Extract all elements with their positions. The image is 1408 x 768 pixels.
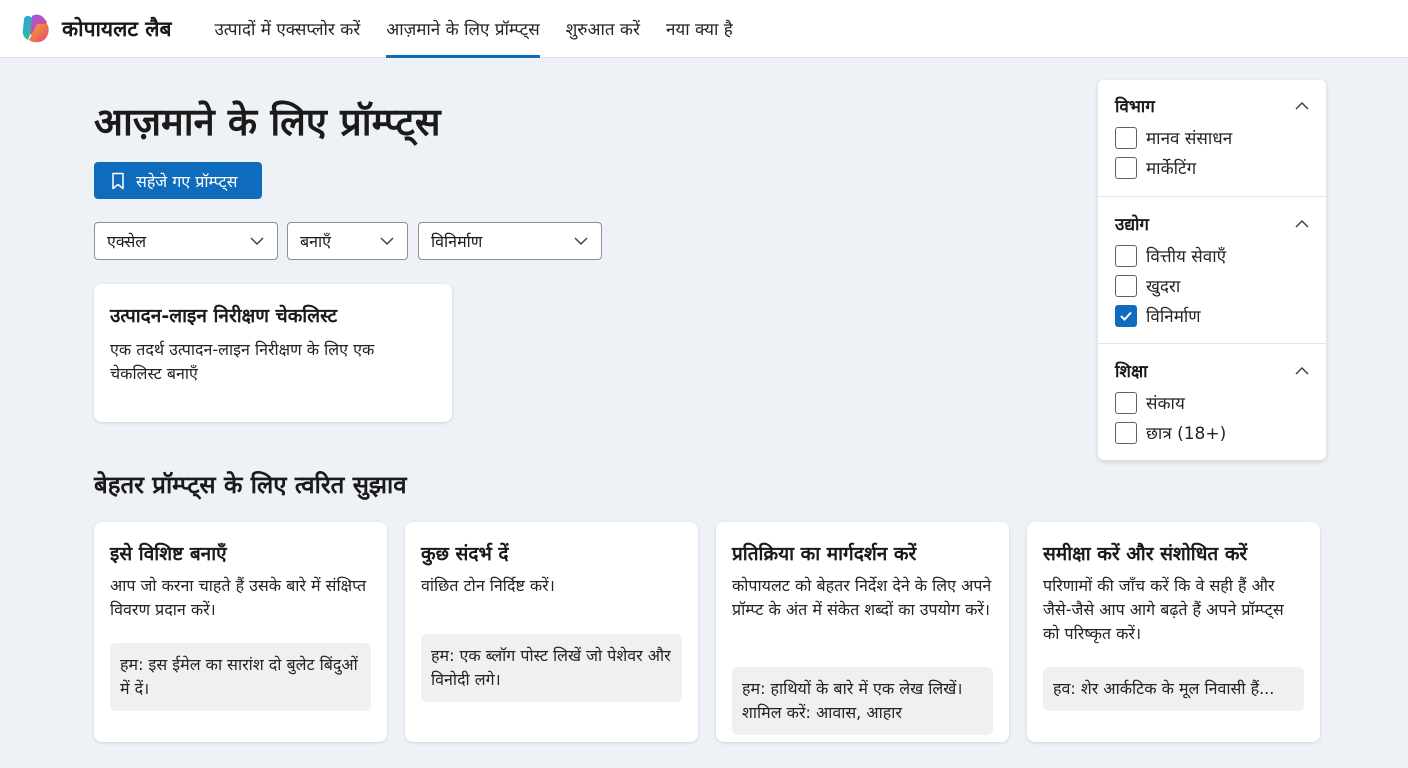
nav-link-label: आज़माने के लिए प्रॉम्प्ट्स — [386, 20, 540, 40]
tip-card-example: हम: एक ब्लॉग पोस्ट लिखें जो पेशेवर और वि… — [421, 634, 682, 702]
nav-link-explore[interactable]: उत्पादों में एक्सप्लोर करें — [214, 0, 360, 58]
tip-card-description: परिणामों की जाँच करें कि वे सही हैं और ज… — [1043, 576, 1284, 643]
action-dropdown-value: बनाएँ — [300, 232, 332, 251]
brand-logo[interactable]: कोपायलट लैब — [18, 12, 171, 46]
filter-section-heading: उद्योग — [1115, 215, 1149, 235]
chevron-down-icon — [250, 237, 264, 246]
filter-panel: विभाग मानव संसाधन मार्केटिंग उद्योग वित्… — [1098, 80, 1326, 460]
chevron-up-icon[interactable] — [1294, 216, 1310, 232]
chevron-down-icon — [380, 237, 394, 246]
filter-option-label: विनिर्माण — [1146, 307, 1201, 327]
prompt-card-title: उत्पादन-लाइन निरीक्षण चेकलिस्ट — [110, 305, 338, 327]
filter-option-label: खुदरा — [1146, 277, 1181, 297]
filter-section-industry: उद्योग वित्तीय सेवाएँ खुदरा विनिर्माण — [1098, 196, 1326, 343]
filter-option-label: मानव संसाधन — [1146, 129, 1233, 149]
tip-card-title: समीक्षा करें और संशोधित करें — [1043, 543, 1248, 565]
filter-section-department: विभाग मानव संसाधन मार्केटिंग — [1098, 80, 1326, 196]
app-dropdown[interactable]: एक्सेल — [94, 222, 278, 260]
filter-section-education: शिक्षा संकाय छात्र (18+) — [1098, 343, 1326, 460]
copilot-logo-icon — [22, 14, 49, 42]
checkbox[interactable] — [1115, 274, 1137, 297]
saved-prompts-button[interactable]: सहेजे गए प्रॉम्प्ट्स — [94, 162, 262, 199]
top-nav: कोपायलट लैब उत्पादों में एक्सप्लोर करें … — [0, 0, 1408, 58]
checkbox[interactable] — [1115, 126, 1137, 149]
filter-option-faculty[interactable]: संकाय — [1115, 391, 1185, 414]
bookmark-icon — [112, 172, 124, 189]
filter-option-label: छात्र (18+) — [1146, 424, 1227, 444]
industry-dropdown-value: विनिर्माण — [431, 232, 483, 251]
tip-card: कुछ संदर्भ दें वांछित टोन निर्दिष्ट करें… — [405, 522, 698, 742]
filter-option-hr[interactable]: मानव संसाधन — [1115, 126, 1232, 149]
app-dropdown-value: एक्सेल — [107, 232, 147, 251]
filter-section-heading: विभाग — [1115, 97, 1155, 117]
nav-link-label: नया क्या है — [665, 20, 733, 40]
filter-section-heading: शिक्षा — [1115, 362, 1148, 382]
tips-heading: बेहतर प्रॉम्प्ट्स के लिए त्वरित सुझाव — [94, 471, 407, 499]
nav-link-label: शुरुआत करें — [565, 20, 640, 40]
page-title: आज़माने के लिए प्रॉम्प्ट्स — [94, 100, 441, 144]
chevron-up-icon[interactable] — [1294, 98, 1310, 114]
filter-option-students[interactable]: छात्र (18+) — [1115, 421, 1226, 444]
filter-option-financial-services[interactable]: वित्तीय सेवाएँ — [1115, 244, 1226, 267]
tip-card: इसे विशिष्ट बनाएँ आप जो करना चाहते हैं उ… — [94, 522, 387, 742]
nav-link-label: उत्पादों में एक्सप्लोर करें — [214, 20, 361, 40]
nav-link-get-started[interactable]: शुरुआत करें — [566, 0, 640, 58]
brand-name: कोपायलट लैब — [62, 16, 172, 41]
filter-option-label: मार्केटिंग — [1146, 159, 1197, 179]
checkbox-checked[interactable] — [1115, 304, 1137, 327]
tip-card-title: इसे विशिष्ट बनाएँ — [110, 543, 227, 565]
action-dropdown[interactable]: बनाएँ — [287, 222, 408, 260]
tip-card-description: वांछित टोन निर्दिष्ट करें। — [421, 576, 555, 595]
chevron-up-icon[interactable] — [1294, 363, 1310, 379]
tip-card-title: प्रतिक्रिया का मार्गदर्शन करें — [732, 543, 917, 565]
prompt-card[interactable]: उत्पादन-लाइन निरीक्षण चेकलिस्ट एक तदर्थ … — [94, 284, 452, 422]
filter-option-label: संकाय — [1146, 394, 1185, 414]
tip-card-example: हम: हाथियों के बारे में एक लेख लिखें। शा… — [732, 667, 993, 735]
industry-dropdown[interactable]: विनिर्माण — [418, 222, 602, 260]
checkbox[interactable] — [1115, 391, 1137, 414]
tip-card: प्रतिक्रिया का मार्गदर्शन करें कोपायलट क… — [716, 522, 1009, 742]
chevron-down-icon — [574, 237, 588, 246]
filter-option-manufacturing[interactable]: विनिर्माण — [1115, 304, 1201, 327]
tip-card: समीक्षा करें और संशोधित करें परिणामों की… — [1027, 522, 1320, 742]
nav-link-prompts[interactable]: आज़माने के लिए प्रॉम्प्ट्स — [386, 0, 541, 58]
checkbox[interactable] — [1115, 421, 1137, 444]
tip-card-description: आप जो करना चाहते हैं उसके बारे में संक्ष… — [110, 576, 367, 619]
prompt-card-description: एक तदर्थ उत्पादन-लाइन निरीक्षण के लिए एक… — [110, 340, 375, 383]
nav-link-whats-new[interactable]: नया क्या है — [666, 0, 733, 58]
tip-card-example: हम: इस ईमेल का सारांश दो बुलेट बिंदुओं म… — [110, 643, 371, 711]
filter-option-label: वित्तीय सेवाएँ — [1146, 247, 1227, 267]
checkbox[interactable] — [1115, 244, 1137, 267]
tip-card-description: कोपायलट को बेहतर निर्देश देने के लिए अपन… — [732, 576, 992, 619]
filter-option-marketing[interactable]: मार्केटिंग — [1115, 156, 1196, 179]
checkmark-icon — [1120, 311, 1132, 321]
tip-card-example: हव: शेर आर्कटिक के मूल निवासी हैं... — [1043, 667, 1304, 711]
saved-prompts-label: सहेजे गए प्रॉम्प्ट्स — [136, 171, 238, 191]
checkbox[interactable] — [1115, 156, 1137, 179]
filter-option-retail[interactable]: खुदरा — [1115, 274, 1180, 297]
tip-card-title: कुछ संदर्भ दें — [421, 543, 509, 565]
